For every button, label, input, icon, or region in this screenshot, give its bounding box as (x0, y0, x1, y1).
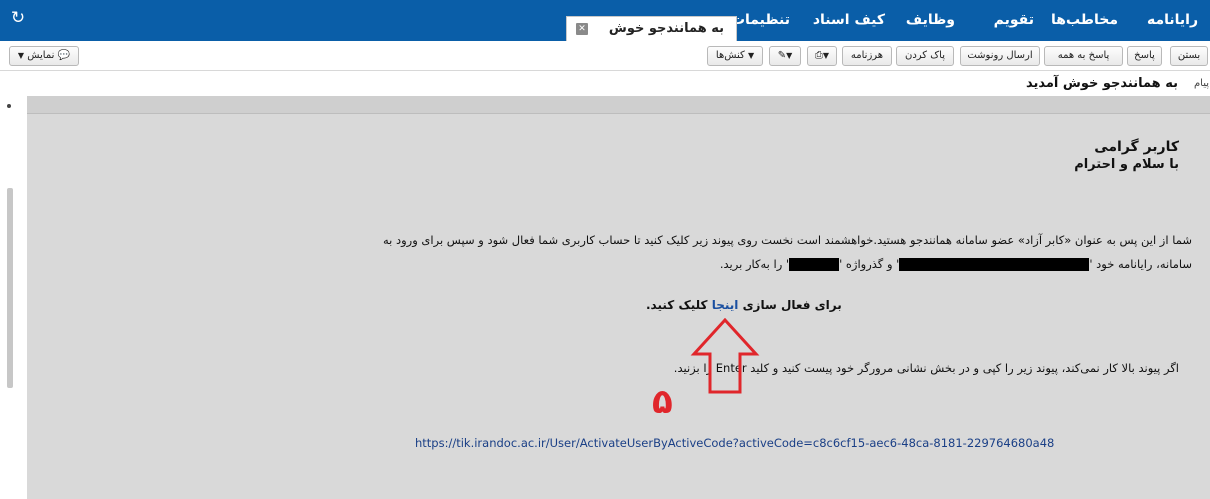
activation-line: برای فعال سازی اینجا کلیک کنید. (646, 298, 842, 312)
refresh-icon[interactable]: ↻ (8, 8, 28, 28)
actions-label: کنش‌ها (715, 50, 745, 61)
activation-link[interactable]: اینجا (712, 298, 739, 312)
tag-menu-button[interactable]: ✎▼ (769, 46, 801, 66)
paragraph-1-line-2: سامانه، رایانامه خود ' ' و گذرواژه ' ' را … (720, 257, 1192, 271)
nav-item-tasks[interactable]: وظایف (906, 0, 955, 41)
redacted-password (789, 258, 840, 271)
annotation-step-number: ۵ (652, 382, 673, 422)
actions-menu-button[interactable]: کنش‌ها ▼ (707, 46, 763, 66)
activation-text-before: برای فعال سازی (742, 298, 842, 312)
speech-bubble-icon: 💬 (57, 50, 71, 61)
junk-button[interactable]: هرزنامه (842, 46, 892, 66)
top-nav-bar: ↻ رایانامه مخاطب‌ها تقویم وظایف کیف اسنا… (0, 0, 1210, 41)
greeting-line-1: کاربر گرامی (1094, 139, 1179, 155)
chevron-down-icon: ▼ (17, 51, 25, 60)
redacted-email (899, 258, 1090, 271)
reply-button[interactable]: پاسخ (1127, 46, 1162, 66)
chevron-down-icon: ▼ (786, 51, 793, 60)
print-menu-button[interactable]: ⎙▼ (807, 46, 837, 66)
paragraph-1-line-2-part-b: ' و گذرواژه ' (839, 257, 900, 271)
reply-all-button[interactable]: پاسخ به همه (1044, 46, 1123, 66)
nav-item-briefcase[interactable]: کیف اسناد (813, 0, 885, 41)
tab-label: به همانندجو خوش (608, 21, 724, 36)
vertical-scrollbar[interactable] (7, 188, 13, 388)
chevron-down-icon: ▼ (822, 51, 830, 60)
paragraph-1-line-2-part-c: ' را به‌کار برید. (719, 257, 790, 271)
printer-icon: ⎙ (814, 50, 823, 61)
message-subject: به همانندجو خوش آمدید (1025, 76, 1178, 91)
subject-prefix-label: پیام (1193, 78, 1209, 89)
nav-item-contacts[interactable]: مخاطب‌ها (1051, 0, 1118, 41)
close-button[interactable]: بستن (1170, 46, 1208, 66)
tag-icon: ✎ (777, 50, 787, 61)
paragraph-1-line-2-part-a: سامانه، رایانامه خود ' (1089, 257, 1192, 271)
activation-text-after: کلیک کنید. (646, 298, 708, 312)
tab-welcome-message[interactable]: به همانندجو خوش ✕ (566, 16, 737, 41)
greeting-line-2: با سلام و احترام (1074, 157, 1179, 172)
view-menu-button[interactable]: ▼ نمایش 💬 (9, 46, 79, 66)
nav-item-settings[interactable]: تنظیمات (731, 0, 790, 41)
forward-button[interactable]: ارسال رونوشت (960, 46, 1040, 66)
delete-button[interactable]: پاک کردن (896, 46, 954, 66)
nav-item-mail[interactable]: رایانامه (1147, 0, 1198, 41)
message-toolbar: بستن پاسخ پاسخ به همه ارسال رونوشت پاک ک… (0, 41, 1210, 71)
annotation-arrow (690, 318, 760, 394)
chevron-down-icon: ▼ (747, 51, 755, 60)
scroll-indicator-dot (7, 104, 11, 108)
paragraph-1-line-1: شما از این پس به عنوان «کابر آزاد» عضو س… (382, 233, 1192, 247)
close-tab-icon[interactable]: ✕ (576, 23, 588, 35)
subject-row: پیام به همانندجو خوش آمدید (0, 72, 1210, 96)
activation-url-link[interactable]: https://tik.irandoc.ac.ir/User/ActivateU… (415, 436, 1054, 450)
message-body-header-strip (27, 96, 1210, 114)
view-label: نمایش (27, 50, 55, 61)
nav-item-calendar[interactable]: تقویم (994, 0, 1034, 41)
